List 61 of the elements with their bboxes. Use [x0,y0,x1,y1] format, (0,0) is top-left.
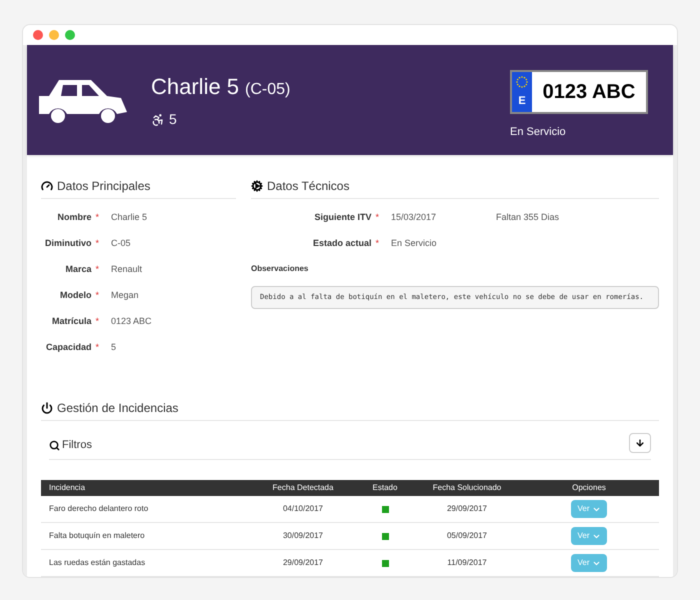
column-header: Incidencia [49,483,86,492]
table-cell: 05/09/2017 [446,530,488,542]
field-label: Modelo [60,289,92,302]
gears-icon [251,180,263,192]
table-cell: Faro derecho delantero roto [49,504,148,513]
field-label: Diminutivo [44,237,92,250]
table-cell: 30/09/2017 [282,530,324,542]
column-header: Fecha Detectada [272,482,334,494]
field-label: Matrícula [52,315,92,328]
section-title: Datos Técnicos [267,178,350,195]
required-mark: * [95,263,99,276]
vehicle-short-name: (C-05) [245,80,290,100]
section-title: Gestión de Incidencias [57,400,178,417]
required-mark: * [95,289,99,302]
vehicle-name: Charlie 5 [151,73,240,101]
plate-number: 0123 ABC [542,80,636,105]
column-header: Fecha Solucionado [432,482,502,494]
field-value: Charlie 5 [111,211,148,224]
view-button[interactable]: Ver [571,554,606,572]
country-code: E [518,94,526,110]
view-button[interactable]: Ver [571,500,606,518]
field-value: C-05 [111,237,132,250]
table-cell: 29/09/2017 [282,557,324,569]
seat-count: 5 [169,110,177,129]
filters-title: Filtros [62,438,92,453]
view-button[interactable]: Ver [571,527,606,545]
field-value: 5 [111,341,118,354]
person-icon [151,112,165,126]
field-value: Renault [111,263,144,276]
field-label: Marca [65,263,92,276]
table-cell: Falta botuquín en maletero [49,531,145,540]
field-label: Capacidad [46,341,92,354]
required-mark: * [375,211,379,224]
power-icon [41,402,53,414]
field-value: En Servicio [391,237,438,250]
table-cell: 29/09/2017 [446,503,488,515]
table-cell: 11/09/2017 [447,557,487,569]
field-value: Megan [111,289,140,302]
required-mark: * [95,211,99,224]
vehicle-status: En Servicio [510,124,567,140]
arrow-down-icon [635,438,645,448]
required-mark: * [375,237,379,250]
column-header: Estado [372,482,398,494]
required-mark: * [95,341,99,354]
field-label: Siguiente ITV [314,211,372,224]
required-mark: * [95,315,99,328]
required-mark: * [95,237,99,250]
dashboard-icon [41,180,53,192]
field-value: 15/03/2017 [391,211,438,224]
field-value: 0123 ABC [111,315,153,328]
field-note: Faltan 355 Dias [496,211,560,224]
table-cell: 04/10/2017 [282,503,324,515]
table-cell: Las ruedas están gastadas [49,558,146,567]
column-header: Opciones [572,482,606,494]
search-icon [49,440,60,450]
observations-label: Observaciones [251,263,310,275]
field-label: Estado actual [312,237,372,250]
stars-circle-icon [515,75,529,90]
field-label: Nombre [57,211,92,224]
section-title: Datos Principales [57,178,150,195]
toggle-filters-button[interactable] [629,433,651,453]
